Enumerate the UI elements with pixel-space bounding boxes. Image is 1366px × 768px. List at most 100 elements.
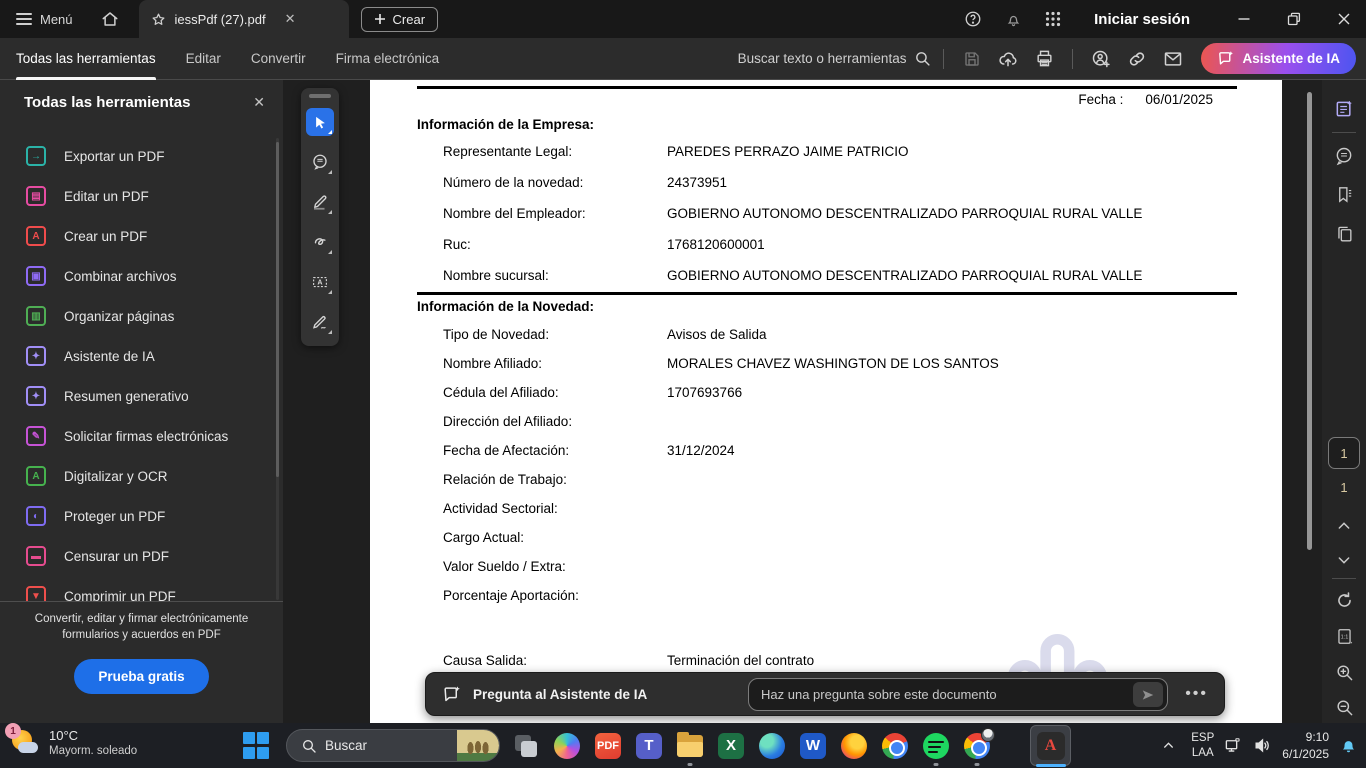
- tab-edit[interactable]: Editar: [186, 38, 221, 80]
- home-button[interactable]: [87, 10, 133, 28]
- toolbar-search[interactable]: [728, 50, 931, 67]
- taskbar-search[interactable]: Buscar: [286, 729, 500, 762]
- get-link-button[interactable]: [1121, 43, 1153, 75]
- previous-page-button[interactable]: [1330, 512, 1358, 540]
- tool-item[interactable]: → Exportar un PDF: [0, 136, 275, 176]
- add-user-button[interactable]: [1085, 43, 1117, 75]
- zoom-in-button[interactable]: [1330, 658, 1358, 686]
- comment-tool-button[interactable]: [306, 148, 334, 176]
- file-explorer-button[interactable]: [676, 732, 704, 760]
- weather-widget[interactable]: 1 10°C Mayorm. soleado: [10, 728, 137, 759]
- current-page-input[interactable]: 1: [1328, 437, 1360, 469]
- tool-item[interactable]: ✦ Asistente de IA: [0, 336, 275, 376]
- network-button[interactable]: [1224, 736, 1243, 755]
- field-value: 24373951: [667, 175, 727, 206]
- teams-button[interactable]: T: [635, 732, 663, 760]
- ai-bar-more-button[interactable]: •••: [1185, 685, 1208, 703]
- next-page-button[interactable]: [1330, 546, 1358, 574]
- refresh-button[interactable]: [1330, 586, 1358, 614]
- firefox-button[interactable]: [840, 732, 868, 760]
- tool-item[interactable]: ✦ Resumen generativo: [0, 376, 275, 416]
- tool-label: Comprimir un PDF: [64, 589, 176, 602]
- tool-icon: A: [26, 226, 46, 246]
- close-window-button[interactable]: [1322, 0, 1366, 38]
- tool-item[interactable]: ▣ Combinar archivos: [0, 256, 275, 296]
- comments-icon: [1334, 146, 1354, 166]
- page-thumbnails-button[interactable]: [1330, 220, 1358, 248]
- select-tool-button[interactable]: [306, 108, 334, 136]
- acrobat-button[interactable]: A: [1030, 725, 1071, 766]
- send-button[interactable]: [1133, 682, 1163, 707]
- highlight-tool-button[interactable]: [306, 188, 334, 216]
- draw-tool-button[interactable]: [306, 228, 334, 256]
- field-label: Causa Salida:: [443, 653, 667, 668]
- chrome-icon: [882, 733, 908, 759]
- task-view-button[interactable]: [512, 732, 540, 760]
- volume-button[interactable]: [1253, 736, 1272, 755]
- notification-center-button[interactable]: [1339, 736, 1358, 755]
- field-row: Representante Legal: PAREDES PERRAZO JAI…: [443, 144, 1237, 175]
- pdf-page[interactable]: Fecha : 06/01/2025 Información de la Emp…: [370, 80, 1282, 723]
- field-value: PAREDES PERRAZO JAIME PATRICIO: [667, 144, 909, 175]
- tool-item[interactable]: ◐ Proteger un PDF: [0, 496, 275, 536]
- language-indicator[interactable]: ESP LAA: [1191, 731, 1214, 761]
- hidden-icons-button[interactable]: [1156, 739, 1181, 752]
- minimize-button[interactable]: [1222, 0, 1266, 38]
- email-button[interactable]: [1157, 43, 1189, 75]
- clock[interactable]: 9:10 6/1/2025: [1282, 729, 1329, 761]
- toolbar-search-input[interactable]: [728, 51, 906, 66]
- tool-item[interactable]: ▼ Comprimir un PDF: [0, 576, 275, 601]
- ai-question-input[interactable]: [749, 687, 1133, 702]
- panel-scrollbar[interactable]: [276, 138, 279, 600]
- tab-close-icon[interactable]: ✕: [285, 11, 296, 27]
- field-label: Cargo Actual:: [443, 530, 667, 559]
- tool-item[interactable]: A Crear un PDF: [0, 216, 275, 256]
- tool-item[interactable]: ▥ Organizar páginas: [0, 296, 275, 336]
- fit-page-button[interactable]: 1:1: [1330, 622, 1358, 650]
- bookmarks-panel-button[interactable]: [1330, 180, 1358, 208]
- word-button[interactable]: W: [799, 732, 827, 760]
- tab-esign[interactable]: Firma electrónica: [336, 38, 440, 80]
- notifications-button[interactable]: [996, 0, 1030, 38]
- tool-item[interactable]: ▬ Censurar un PDF: [0, 536, 275, 576]
- excel-button[interactable]: X: [717, 732, 745, 760]
- spotify-button[interactable]: [922, 732, 950, 760]
- start-button[interactable]: [243, 732, 270, 759]
- pdf-app-button[interactable]: PDF: [594, 732, 622, 760]
- free-trial-button[interactable]: Prueba gratis: [74, 659, 208, 694]
- create-button[interactable]: Crear: [361, 7, 439, 32]
- document-tab[interactable]: iessPdf (27).pdf ✕: [139, 0, 349, 38]
- sign-in-button[interactable]: Iniciar sesión: [1076, 11, 1216, 28]
- ai-assistant-button[interactable]: Asistente de IA: [1201, 43, 1356, 74]
- select-text-tool-button[interactable]: A: [306, 268, 334, 296]
- generative-summary-button[interactable]: [1330, 95, 1358, 123]
- document-scrollbar[interactable]: [1307, 92, 1312, 550]
- home-icon: [101, 10, 119, 28]
- apps-grid-button[interactable]: [1036, 0, 1070, 38]
- tool-item[interactable]: ✎ Solicitar firmas electrónicas: [0, 416, 275, 456]
- tab-convert[interactable]: Convertir: [251, 38, 306, 80]
- tool-label: Digitalizar y OCR: [64, 469, 168, 484]
- tool-item[interactable]: ▤ Editar un PDF: [0, 176, 275, 216]
- chrome-button[interactable]: [881, 732, 909, 760]
- panel-close-icon[interactable]: ✕: [253, 94, 265, 111]
- print-button[interactable]: [1028, 43, 1060, 75]
- copilot-button[interactable]: [553, 732, 581, 760]
- tool-item[interactable]: A Digitalizar y OCR: [0, 456, 275, 496]
- toolbar: Todas las herramientas Editar Convertir …: [0, 38, 1366, 80]
- company-rows: Representante Legal: PAREDES PERRAZO JAI…: [443, 144, 1237, 299]
- edge-button[interactable]: [758, 732, 786, 760]
- share-upload-button[interactable]: [992, 43, 1024, 75]
- restore-button[interactable]: [1272, 0, 1316, 38]
- toolbar-right: Asistente de IA: [728, 43, 1366, 75]
- comments-panel-button[interactable]: [1330, 142, 1358, 170]
- drag-handle[interactable]: [309, 94, 331, 98]
- menu-button[interactable]: Menú: [0, 10, 87, 28]
- ai-question-field[interactable]: [748, 678, 1168, 711]
- fill-sign-tool-button[interactable]: [306, 308, 334, 336]
- tab-all-tools[interactable]: Todas las herramientas: [16, 38, 156, 80]
- chrome-profile-button[interactable]: [963, 732, 991, 760]
- help-button[interactable]: [956, 0, 990, 38]
- zoom-out-button[interactable]: [1330, 693, 1358, 721]
- save-button[interactable]: [956, 43, 988, 75]
